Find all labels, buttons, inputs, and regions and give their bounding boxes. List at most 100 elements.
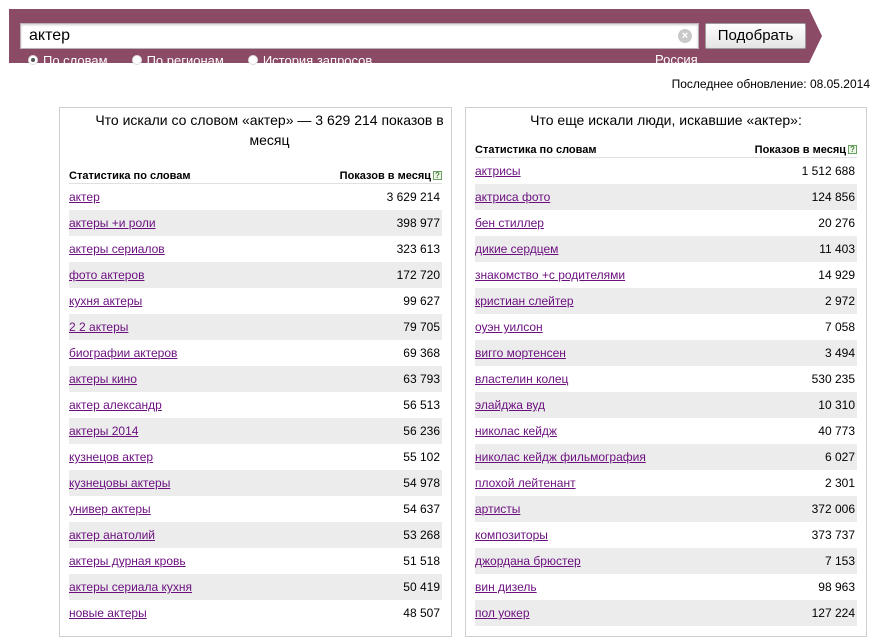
keyword-link[interactable]: кухня актеры <box>69 294 142 308</box>
table-row: вин дизель 98 963 <box>475 574 857 600</box>
keyword-link[interactable]: композиторы <box>475 528 548 542</box>
keyword-link[interactable]: джордана брюстер <box>475 554 581 568</box>
column-count-label: Показов в месяц <box>339 169 431 182</box>
related-table: актрисы 1 512 688 актриса фото 124 856 бен с… <box>475 158 857 626</box>
search-mode-group: По словам По регионам История запросов <box>28 52 396 68</box>
table-row: плохой лейтенант 2 301 <box>475 470 857 496</box>
search-input[interactable] <box>21 24 671 48</box>
radio-icon[interactable] <box>247 55 258 65</box>
impressions-count: 1 512 688 <box>801 164 855 178</box>
table-row: дикие сердцем 11 403 <box>475 236 857 262</box>
table-row: актер александр 56 513 <box>69 392 442 418</box>
table-row: актрисы 1 512 688 <box>475 158 857 184</box>
impressions-count: 530 235 <box>811 372 855 386</box>
impressions-count: 6 027 <box>824 450 855 464</box>
impressions-count: 98 963 <box>818 580 855 594</box>
mode-label: По словам <box>43 52 108 68</box>
impressions-count: 3 629 214 <box>386 190 440 204</box>
table-row: бен стиллер 20 276 <box>475 210 857 236</box>
impressions-count: 3 494 <box>824 346 855 360</box>
keyword-link[interactable]: новые актеры <box>69 606 147 620</box>
keyword-link[interactable]: бен стиллер <box>475 216 544 230</box>
table-row: элайджа вуд 10 310 <box>475 392 857 418</box>
submit-button[interactable]: Подобрать <box>705 23 806 49</box>
radio-checked-icon[interactable] <box>28 55 38 65</box>
impressions-count: 63 793 <box>403 372 440 386</box>
keyword-link[interactable]: кузнецовы актеры <box>69 476 170 490</box>
impressions-count: 20 276 <box>818 216 855 230</box>
keyword-link[interactable]: кузнецов актер <box>69 450 153 464</box>
table-row: вигго мортенсен 3 494 <box>475 340 857 366</box>
impressions-count: 99 627 <box>403 294 440 308</box>
keyword-link[interactable]: вин дизель <box>475 580 537 594</box>
keyword-link[interactable]: фото актеров <box>69 268 144 282</box>
keyword-link[interactable]: артисты <box>475 502 520 516</box>
keyword-link[interactable]: актер анатолий <box>69 528 155 542</box>
region-link[interactable]: Россия <box>655 52 698 68</box>
table-row: актеры кино 63 793 <box>69 366 442 392</box>
help-icon[interactable]: ? <box>433 171 442 181</box>
words-panel: Что искали со словом «актер» — 3 629 214… <box>59 107 452 637</box>
keyword-link[interactable]: кристиан слейтер <box>475 294 574 308</box>
keyword-link[interactable]: актер александр <box>69 398 162 412</box>
keyword-link[interactable]: актрисы <box>475 164 521 178</box>
table-row: знакомство +с родителями 14 929 <box>475 262 857 288</box>
keyword-link[interactable]: плохой лейтенант <box>475 476 576 490</box>
search-field[interactable]: × <box>20 23 699 49</box>
mode-by-regions[interactable]: По регионам <box>131 53 224 68</box>
keyword-link[interactable]: актеры кино <box>69 372 137 386</box>
keyword-link[interactable]: николас кейдж фильмография <box>475 450 646 464</box>
keyword-link[interactable]: пол уокер <box>475 606 530 620</box>
keyword-link[interactable]: элайджа вуд <box>475 398 545 412</box>
table-row: пол уокер 127 224 <box>475 600 857 626</box>
table-row: оуэн уилсон 7 058 <box>475 314 857 340</box>
keyword-link[interactable]: актер <box>69 190 100 204</box>
table-row: актеры 2014 56 236 <box>69 418 442 444</box>
table-row: актеры дурная кровь 51 518 <box>69 548 442 574</box>
keyword-link[interactable]: оуэн уилсон <box>475 320 543 334</box>
keyword-link[interactable]: 2 2 актеры <box>69 320 128 334</box>
radio-icon[interactable] <box>131 55 142 65</box>
impressions-count: 54 978 <box>403 476 440 490</box>
keyword-link[interactable]: актеры сериалов <box>69 242 165 256</box>
keyword-link[interactable]: актриса фото <box>475 190 550 204</box>
help-icon[interactable]: ? <box>848 145 857 155</box>
search-bar: × Подобрать По словам По регионам Истори… <box>9 9 822 68</box>
impressions-count: 372 006 <box>811 502 855 516</box>
keyword-link[interactable]: актеры дурная кровь <box>69 554 186 568</box>
table-row: николас кейдж 40 773 <box>475 418 857 444</box>
impressions-count: 7 058 <box>824 320 855 334</box>
impressions-count: 54 637 <box>403 502 440 516</box>
impressions-count: 53 268 <box>403 528 440 542</box>
keyword-link[interactable]: властелин колец <box>475 372 568 386</box>
keyword-link[interactable]: вигго мортенсен <box>475 346 566 360</box>
column-word: Статистика по словам <box>475 143 597 156</box>
related-panel: Что еще искали люди, искавшие «актер»: С… <box>465 107 867 637</box>
clear-icon[interactable]: × <box>678 29 692 43</box>
table-row: кузнецовы актеры 54 978 <box>69 470 442 496</box>
keyword-link[interactable]: дикие сердцем <box>475 242 558 256</box>
keyword-link[interactable]: актеры 2014 <box>69 424 138 438</box>
column-header: Статистика по словам Показов в месяц? <box>475 142 857 158</box>
keyword-link[interactable]: биографии актеров <box>69 346 177 360</box>
mode-by-words[interactable]: По словам <box>28 53 108 68</box>
keyword-link[interactable]: знакомство +с родителями <box>475 268 625 282</box>
mode-label: История запросов <box>262 52 373 68</box>
impressions-count: 79 705 <box>403 320 440 334</box>
impressions-count: 51 518 <box>403 554 440 568</box>
table-row: актеры +и роли 398 977 <box>69 210 442 236</box>
keyword-link[interactable]: универ актеры <box>69 502 151 516</box>
table-row: актеры сериала кухня 50 419 <box>69 574 442 600</box>
impressions-count: 55 102 <box>403 450 440 464</box>
words-table: актер 3 629 214 актеры +и роли 398 977 актер… <box>69 184 442 626</box>
impressions-count: 7 153 <box>824 554 855 568</box>
keyword-link[interactable]: актеры сериала кухня <box>69 580 192 594</box>
impressions-count: 373 737 <box>811 528 855 542</box>
table-row: универ актеры 54 637 <box>69 496 442 522</box>
keyword-link[interactable]: актеры +и роли <box>69 216 156 230</box>
impressions-count: 398 977 <box>396 216 440 230</box>
keyword-link[interactable]: николас кейдж <box>475 424 557 438</box>
impressions-count: 127 224 <box>811 606 855 620</box>
mode-history[interactable]: История запросов <box>247 52 373 68</box>
impressions-count: 2 301 <box>824 476 855 490</box>
